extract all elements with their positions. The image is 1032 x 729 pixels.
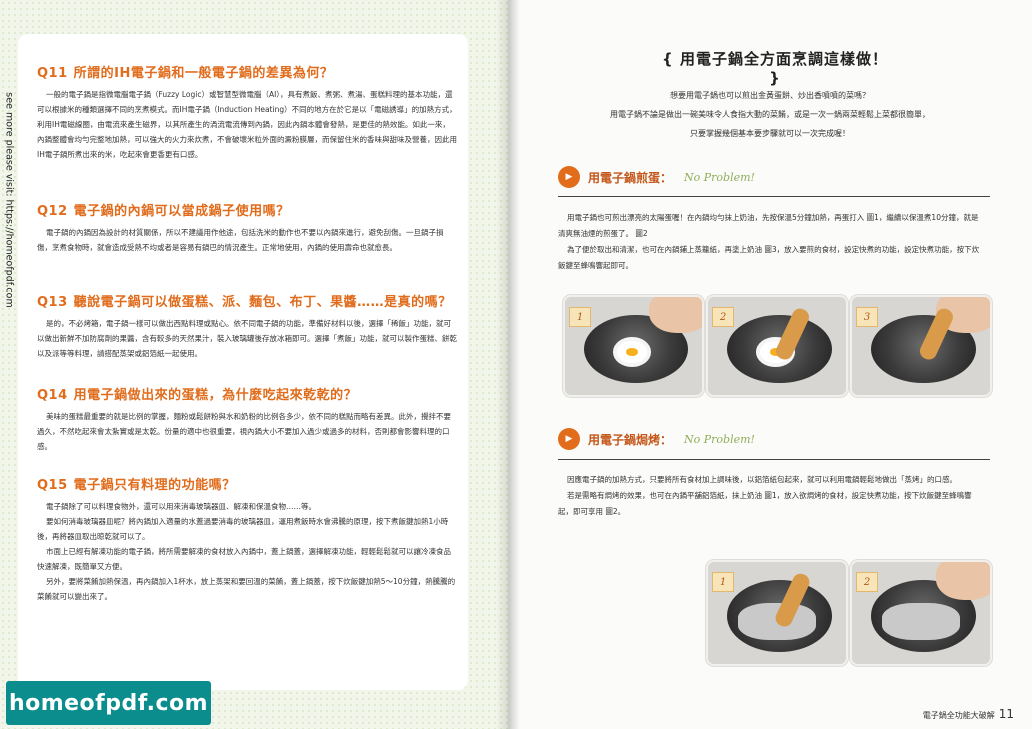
answer-paragraph: 美味的蛋糕最重要的就是比例的掌握，麵粉或鬆餅粉與水和奶粉的比例各多少，依不同的糕… xyxy=(37,412,451,451)
answer-paragraph: 是的，不必烤箱，電子鍋一樣可以做出西點料理或點心。依不同電子鍋的功能，準備好材料… xyxy=(37,319,457,358)
qa-item: Q12 電子鍋的內鍋可以當成鍋子使用嗎？ 電子鍋的內鍋因為設計的材質關係，所以不建… xyxy=(37,200,457,255)
section-header-egg: ▶ 用電子鍋煎蛋： No Problem! xyxy=(558,166,755,188)
side-url-text[interactable]: see more please visit: https://homeofpdf… xyxy=(4,92,15,307)
step-badge: 1 xyxy=(712,572,734,592)
section-body-egg: 用電子鍋也可煎出漂亮的太陽蛋喔！在內鍋均勻抹上奶油，先按保溫5分鐘加熱，再蛋打入… xyxy=(558,210,983,274)
question-heading: Q12 電子鍋的內鍋可以當成鍋子使用嗎？ xyxy=(37,200,457,219)
intro-line: 用電子鍋不論是做出一碗美味令人食指大動的菜餚，或是一次一鍋兩菜輕鬆上菜都很簡單， xyxy=(610,110,930,119)
hand-image xyxy=(648,297,702,334)
section-paragraph: 用電子鍋也可煎出漂亮的太陽蛋喔！在內鍋均勻抹上奶油，先按保溫5分鐘加熱，再蛋打入… xyxy=(558,213,979,238)
section-rule xyxy=(558,196,990,197)
question-title: 電子鍋的內鍋可以當成鍋子使用嗎？ xyxy=(73,204,290,219)
question-number: Q13 xyxy=(37,295,68,310)
no-problem-tag: No Problem! xyxy=(684,432,755,446)
section-title: 用電子鍋焗烤： xyxy=(588,432,673,447)
section-title: 用電子鍋煎蛋： xyxy=(588,170,673,185)
left-page: Q11 所謂的IH電子鍋和一般電子鍋的差異為何？ 一般的電子鍋是指微電腦電子鍋（F… xyxy=(0,0,510,729)
intro-text: 想要用電子鍋也可以煎出金黃蛋餅、炒出香噴噴的菜嗎？ 用電子鍋不論是做出一碗美味令… xyxy=(550,86,990,143)
answer-paragraph: 要如何消毒玻璃器皿呢？將內鍋加入適量的水蓋過要消毒的玻璃器皿，運用煮飯時水會沸騰… xyxy=(37,517,449,541)
question-heading: Q13 聽說電子鍋可以做蛋糕、派、麵包、布丁、果醬……是真的嗎？ xyxy=(37,291,457,310)
right-page: { 用電子鍋全方面烹調這樣做！ } 想要用電子鍋也可以煎出金黃蛋餅、炒出香噴噴的… xyxy=(510,0,1032,729)
play-icon: ▶ xyxy=(558,166,580,188)
question-title: 電子鍋只有料理的功能嗎？ xyxy=(73,478,236,493)
hand-image xyxy=(936,562,990,600)
intro-line: 只要掌握幾個基本要步驟就可以一次完成喔！ xyxy=(690,129,850,138)
photo-bake-step-1: 1 xyxy=(706,560,848,666)
page-footer: 電子鍋全功能大破解 11 xyxy=(923,707,1014,721)
step-badge: 2 xyxy=(712,307,734,327)
butter-image xyxy=(617,341,648,363)
no-problem-tag: No Problem! xyxy=(684,170,755,184)
book-spine xyxy=(496,0,520,729)
question-number: Q12 xyxy=(37,204,68,219)
section-header-bake: ▶ 用電子鍋焗烤： No Problem! xyxy=(558,428,755,450)
question-heading: Q11 所謂的IH電子鍋和一般電子鍋的差異為何？ xyxy=(37,62,457,81)
question-title: 所謂的IH電子鍋和一般電子鍋的差異為何？ xyxy=(73,66,334,81)
page-title: { 用電子鍋全方面烹調這樣做！ } xyxy=(662,50,888,87)
page-number: 11 xyxy=(998,707,1014,721)
section-paragraph: 若是需略有焗烤的效果，也可在內鍋平舖鋁箔紙，抹上奶油 圖1，放入欲焗烤的食材，設… xyxy=(558,491,972,516)
section-body-bake: 因應電子鍋的加熱方式，只要將所有食材加上調味後，以鋁箔紙包起來，就可以利用電鍋輕… xyxy=(558,472,983,520)
qa-item: Q15 電子鍋只有料理的功能嗎？ 電子鍋除了可以料理食物外，還可以用來消毒玻璃器皿… xyxy=(37,474,457,604)
answer-paragraph: 電子鍋除了可以料理食物外，還可以用來消毒玻璃器皿、解凍和保溫食物……等。 xyxy=(46,502,316,511)
question-heading: Q15 電子鍋只有料理的功能嗎？ xyxy=(37,474,457,493)
footer-label: 電子鍋全功能大破解 xyxy=(922,711,995,720)
answer-paragraph: 另外，要將菜餚加熱保溫，再內鍋加入1杯水，放上蒸架和要回溫的菜餚，蓋上鍋蓋，按下… xyxy=(37,577,456,601)
question-number: Q15 xyxy=(37,478,68,493)
foil-image xyxy=(882,602,960,640)
step-badge: 2 xyxy=(856,572,878,592)
question-number: Q14 xyxy=(37,388,68,403)
question-number: Q11 xyxy=(37,66,68,81)
answer-paragraph: 一般的電子鍋是指微電腦電子鍋（Fuzzy Logic）或智慧型微電腦（AI），具… xyxy=(37,90,457,159)
answer-paragraph: 市面上已經有解凍功能的電子鍋，將所需要解凍的食材放入內鍋中，蓋上鍋蓋，選擇解凍功… xyxy=(37,547,451,571)
photo-egg-step-2: 2 xyxy=(706,295,848,397)
step-badge: 1 xyxy=(569,307,591,327)
qa-item: Q14 用電子鍋做出來的蛋糕，為什麼吃起來乾乾的？ 美味的蛋糕最重要的就是比例的掌… xyxy=(37,384,457,454)
answer-paragraph: 電子鍋的內鍋因為設計的材質關係，所以不建議用作他途，包括洗米的動作也不要以內鍋來… xyxy=(37,228,444,252)
section-paragraph: 因應電子鍋的加熱方式，只要將所有食材加上調味後，以鋁箔紙包起來，就可以利用電鍋輕… xyxy=(567,475,957,484)
watermark-logo[interactable]: homeofpdf.com xyxy=(6,681,211,725)
question-heading: Q14 用電子鍋做出來的蛋糕，為什麼吃起來乾乾的？ xyxy=(37,384,457,403)
qa-item: Q13 聽說電子鍋可以做蛋糕、派、麵包、布丁、果醬……是真的嗎？ 是的，不必烤箱，… xyxy=(37,291,457,361)
section-rule xyxy=(558,459,990,460)
side-url[interactable]: see more please visit: https://homeofpdf… xyxy=(0,85,20,315)
play-icon: ▶ xyxy=(558,428,580,450)
section-paragraph: 為了便於取出和清潔，也可在內鍋鋪上蒸籠紙，再塗上奶油 圖3，放入要煎的食材，設定… xyxy=(558,245,980,270)
question-title: 用電子鍋做出來的蛋糕，為什麼吃起來乾乾的？ xyxy=(73,388,358,403)
question-title: 聽說電子鍋可以做蛋糕、派、麵包、布丁、果醬……是真的嗎？ xyxy=(73,295,452,310)
intro-line: 想要用電子鍋也可以煎出金黃蛋餅、炒出香噴噴的菜嗎？ xyxy=(670,91,870,100)
qa-item: Q11 所謂的IH電子鍋和一般電子鍋的差異為何？ 一般的電子鍋是指微電腦電子鍋（F… xyxy=(37,62,457,162)
photo-egg-step-1: 1 xyxy=(563,295,704,397)
photo-egg-step-3: 3 xyxy=(850,295,992,397)
photo-bake-step-2: 2 xyxy=(850,560,992,666)
step-badge: 3 xyxy=(856,307,878,327)
